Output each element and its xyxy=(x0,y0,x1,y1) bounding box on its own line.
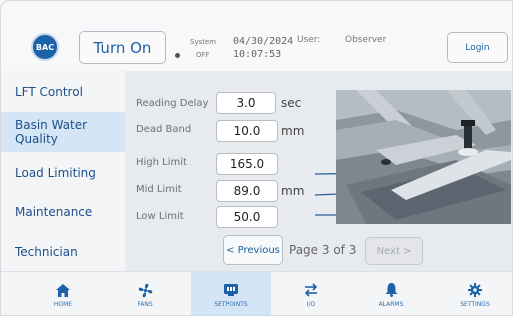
sidebar-item-maintenance[interactable]: Maintenance xyxy=(1,197,125,227)
nav-label: SETPOINTS xyxy=(214,301,248,308)
sidebar-item-label: Technician xyxy=(15,245,78,259)
home-icon xyxy=(55,282,71,298)
fan-icon xyxy=(137,282,153,298)
date-text: 04/30/2024 xyxy=(233,36,294,47)
nav-label: I/O xyxy=(306,301,316,308)
nav-label: HOME xyxy=(53,301,73,308)
system-label: System xyxy=(190,38,217,46)
login-button[interactable]: Login xyxy=(447,32,508,63)
time-text: 10:07:53 xyxy=(233,49,282,60)
previous-page-button[interactable]: < Previous xyxy=(223,235,283,265)
sidebar-item-lft-control[interactable]: LFT Control xyxy=(1,77,125,107)
user-name: Observer xyxy=(345,35,387,45)
basin-sensor-illustration xyxy=(336,90,511,224)
io-arrows-icon xyxy=(303,282,319,298)
nav-fans[interactable]: FANS xyxy=(113,272,177,315)
nav-alarms[interactable]: ALARMS xyxy=(359,272,423,315)
sidebar-item-label: Maintenance xyxy=(15,205,93,219)
device-frame: BAC Turn On System OFF 04/30/2024 10:07:… xyxy=(0,0,513,316)
sidebar-item-label: LFT Control xyxy=(15,85,83,99)
basin-sensor-photo xyxy=(336,90,511,224)
nav-home[interactable]: HOME xyxy=(31,272,95,315)
logo-text: BAC xyxy=(35,42,55,52)
bell-icon xyxy=(383,282,399,298)
nav-io[interactable]: I/O xyxy=(279,272,343,315)
bac-logo: BAC xyxy=(31,33,59,61)
sidebar-item-load-limiting[interactable]: Load Limiting xyxy=(1,158,125,188)
datetime: 04/30/2024 10:07:53 xyxy=(233,35,293,61)
sidebar-item-basin-water-quality[interactable]: Basin Water Quality xyxy=(1,112,125,152)
gear-icon xyxy=(467,282,483,298)
nav-setpoints[interactable]: SETPOINTS xyxy=(191,272,271,315)
setpoints-icon xyxy=(223,282,239,298)
next-page-button[interactable]: Next > xyxy=(365,237,423,265)
sidebar: LFT Control Basin Water Quality Load Lim… xyxy=(1,71,125,271)
sidebar-item-technician[interactable]: Technician xyxy=(1,237,125,267)
main-panel: Reading Delay 3.0 sec Dead Band 10.0 mm … xyxy=(125,71,512,271)
sidebar-item-label: Load Limiting xyxy=(15,166,96,180)
bottom-nav: HOME FANS SETPOINTS I/O ALARMS SETTINGS xyxy=(1,271,512,315)
nav-settings[interactable]: SETTINGS xyxy=(443,272,507,315)
header-bar: BAC Turn On System OFF 04/30/2024 10:07:… xyxy=(1,1,512,71)
nav-label: SETTINGS xyxy=(460,301,490,308)
nav-label: ALARMS xyxy=(378,301,404,308)
sidebar-item-label: Basin Water Quality xyxy=(15,118,88,146)
system-state: OFF xyxy=(196,51,210,59)
turn-on-button[interactable]: Turn On xyxy=(79,31,166,64)
user-label: User: xyxy=(297,35,321,45)
system-status-indicator xyxy=(175,53,180,58)
page-indicator: Page 3 of 3 xyxy=(289,243,357,257)
nav-label: FANS xyxy=(137,301,153,308)
